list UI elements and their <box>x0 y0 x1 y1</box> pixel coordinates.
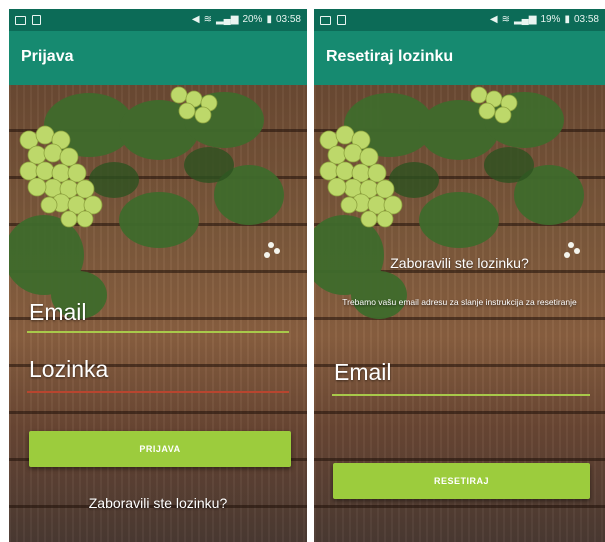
app-bar: Prijava <box>9 31 307 85</box>
reset-button[interactable]: RESETIRAJ <box>333 463 590 499</box>
notification-icon <box>32 15 41 25</box>
image-icon <box>15 15 26 25</box>
wifi-icon: ≋ <box>203 14 212 25</box>
reset-instructions-text: Trebamo vašu email adresu za slanje inst… <box>342 297 577 307</box>
email-field[interactable]: Email <box>334 359 392 386</box>
wifi-icon: ≋ <box>501 14 510 25</box>
battery-level: 19% <box>540 14 561 25</box>
battery-icon: ▮ <box>564 14 570 25</box>
email-underline <box>332 394 590 396</box>
app-bar-title: Prijava <box>21 48 74 65</box>
mute-icon: ◀ <box>191 14 200 25</box>
app-bar: Resetiraj lozinku <box>314 31 605 85</box>
forgot-password-heading: Zaboravili ste lozinku? <box>390 255 529 271</box>
status-time: 03:58 <box>573 14 599 25</box>
status-bar: ◀ ≋ ▂▄▆ 19% ▮ 03:58 <box>314 9 605 31</box>
login-button[interactable]: PRIJAVA <box>29 431 291 467</box>
status-time: 03:58 <box>275 14 301 25</box>
signal-icon: ▂▄▆ <box>215 14 239 25</box>
password-underline <box>27 391 289 393</box>
forgot-password-link[interactable]: Zaboravili ste lozinku? <box>9 495 307 511</box>
login-screen: ◀ ≋ ▂▄▆ 20% ▮ 03:58 Prijava Email Lozink… <box>9 9 307 542</box>
password-field[interactable]: Lozinka <box>29 356 108 383</box>
reset-password-screen: ◀ ≋ ▂▄▆ 19% ▮ 03:58 Resetiraj lozinku Za… <box>314 9 605 542</box>
email-underline <box>27 331 289 333</box>
image-icon <box>320 15 331 25</box>
app-bar-title: Resetiraj lozinku <box>326 48 454 65</box>
notification-icon <box>337 15 346 25</box>
email-field[interactable]: Email <box>29 299 87 326</box>
battery-level: 20% <box>242 14 263 25</box>
status-bar: ◀ ≋ ▂▄▆ 20% ▮ 03:58 <box>9 9 307 31</box>
battery-icon: ▮ <box>266 14 272 25</box>
mute-icon: ◀ <box>489 14 498 25</box>
signal-icon: ▂▄▆ <box>513 14 537 25</box>
